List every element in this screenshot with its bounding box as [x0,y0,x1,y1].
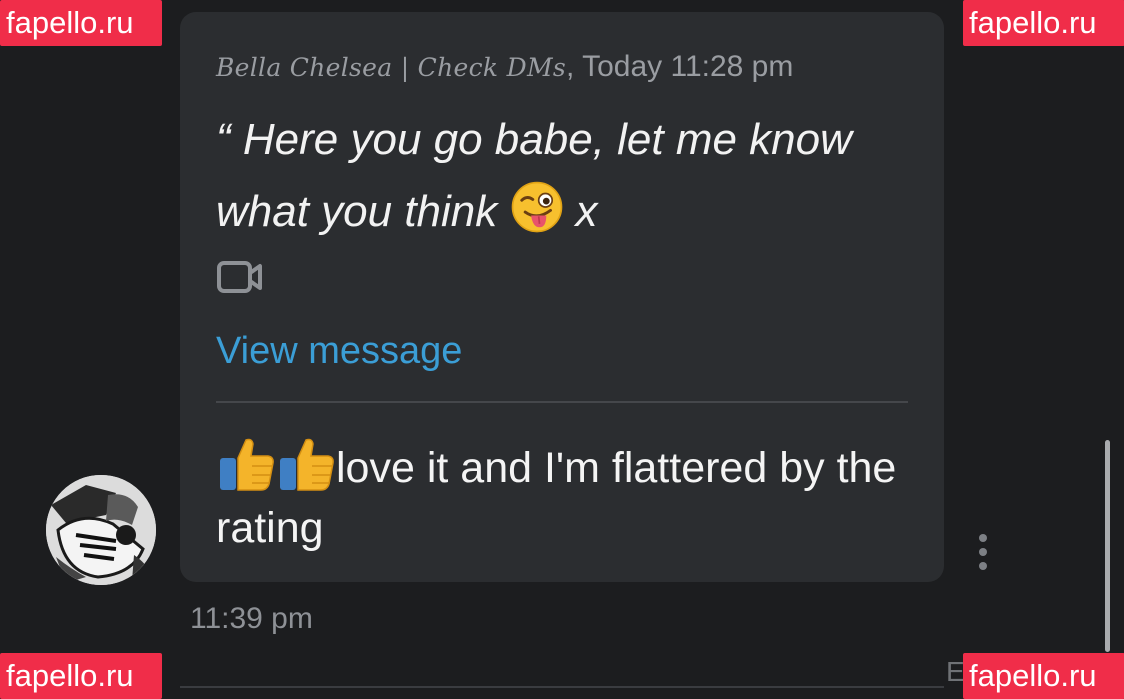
video-camera-icon[interactable] [216,260,264,294]
chat-screen: Bella Chelsea | Check DMs, Today 11:28 p… [0,0,1124,699]
quote-header: Bella Chelsea | Check DMs, Today 11:28 p… [216,50,793,84]
avatar-image [46,475,156,585]
watermark-top-right: fapello.ru [963,0,1124,46]
message-bubble[interactable]: Bella Chelsea | Check DMs, Today 11:28 p… [180,12,944,582]
reply-message: love it and I'm flattered by the rating [216,436,916,558]
quote-author: Bella Chelsea | Check DMs [216,53,566,82]
bottom-divider [180,686,944,688]
quote-timestamp: , Today 11:28 pm [565,50,794,83]
partial-footer-text: E [946,656,965,687]
watermark-bottom-right: fapello.ru [963,653,1124,699]
thumbs-up-emoji-icon [280,438,334,491]
view-message-link[interactable]: View message [216,330,462,373]
quoted-message: “ Here you go babe, let me know what you… [216,104,916,248]
scrollbar[interactable] [1105,440,1110,652]
avatar[interactable] [46,475,156,585]
more-options-icon[interactable] [972,534,994,574]
watermark-top-left: fapello.ru [0,0,162,46]
message-time: 11:39 pm [190,602,313,635]
quoted-message-tail: x [575,187,598,236]
thumbs-up-emoji-icon [220,438,274,491]
quote-divider [216,401,908,403]
watermark-bottom-left: fapello.ru [0,653,162,699]
winking-tongue-emoji-icon [511,181,562,233]
